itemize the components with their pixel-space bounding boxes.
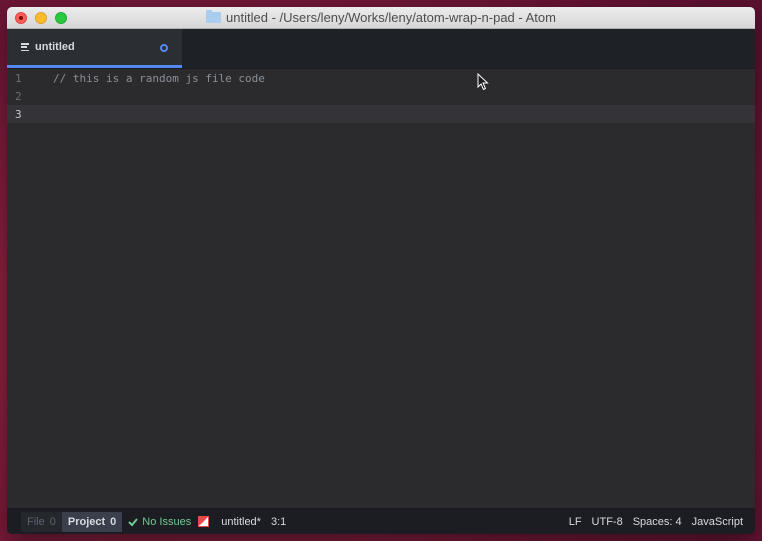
editor-line-active[interactable]: 3	[7, 105, 755, 123]
tab-untitled[interactable]: untitled	[7, 29, 182, 68]
current-file-name[interactable]: untitled*	[221, 516, 261, 528]
editor-line[interactable]: 1 // this is a random js file code	[7, 69, 755, 87]
line-number[interactable]: 2	[7, 90, 53, 103]
line-number[interactable]: 3	[7, 108, 53, 121]
line-number[interactable]: 1	[7, 72, 53, 85]
window-title-text: untitled - /Users/leny/Works/leny/atom-w…	[226, 10, 556, 25]
window-controls	[15, 12, 67, 24]
linter-project-count: 0	[110, 515, 117, 528]
issues-label: No Issues	[142, 515, 192, 528]
encoding-selector[interactable]: UTF-8	[592, 516, 623, 528]
title-bar[interactable]: untitled - /Users/leny/Works/leny/atom-w…	[7, 7, 755, 29]
indentation-selector[interactable]: Spaces: 4	[633, 516, 682, 528]
linter-file-tab[interactable]: File 0	[21, 511, 62, 532]
modified-indicator-icon[interactable]	[160, 44, 168, 52]
editor-line[interactable]: 2	[7, 87, 755, 105]
tab-title: untitled	[35, 41, 75, 53]
text-editor[interactable]: 1 // this is a random js file code 2 3	[7, 69, 755, 508]
mouse-pointer-icon	[477, 73, 489, 91]
zoom-window-button[interactable]	[55, 12, 67, 24]
linter-file-count: 0	[49, 515, 56, 528]
linter-file-label: File	[27, 515, 45, 528]
linter-project-label: Project	[67, 515, 106, 528]
tab-bar: untitled	[7, 29, 755, 69]
check-icon	[128, 517, 139, 526]
line-ending-selector[interactable]: LF	[569, 516, 582, 528]
folder-icon	[206, 10, 222, 23]
line-text[interactable]: // this is a random js file code	[53, 72, 265, 85]
linter-status[interactable]: No Issues	[128, 516, 191, 528]
cursor-position[interactable]: 3:1	[271, 516, 286, 528]
linter-project-tab[interactable]: Project 0	[61, 511, 123, 532]
close-window-button[interactable]	[15, 12, 27, 24]
linter-toggle-icon[interactable]	[198, 516, 210, 527]
file-text-icon	[21, 43, 29, 51]
atom-window: untitled - /Users/leny/Works/leny/atom-w…	[7, 7, 755, 534]
window-title: untitled - /Users/leny/Works/leny/atom-w…	[206, 10, 556, 25]
minimize-window-button[interactable]	[35, 12, 47, 24]
grammar-selector[interactable]: JavaScript	[692, 516, 743, 528]
tab-bar-empty-area[interactable]	[182, 29, 755, 68]
status-bar: File 0 Project 0 No Issues untitled* 3:1…	[7, 508, 755, 534]
